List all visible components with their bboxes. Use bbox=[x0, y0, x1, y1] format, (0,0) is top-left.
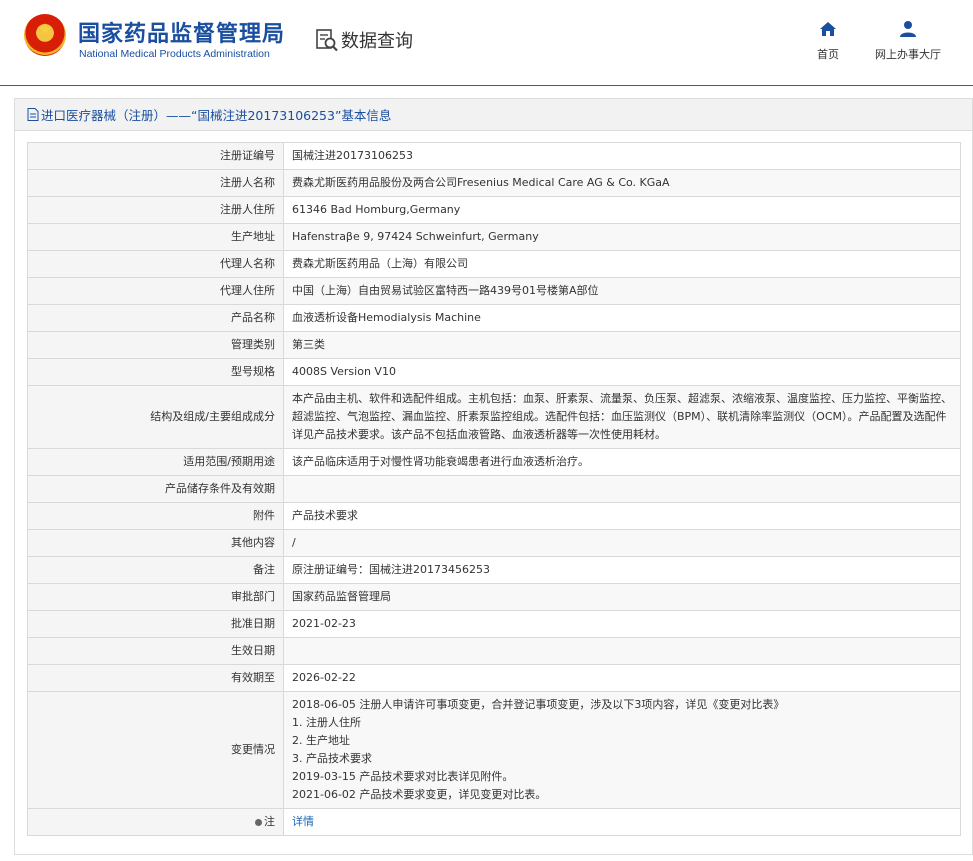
row-key: 备注 bbox=[27, 556, 284, 584]
change-history-value: 2018-06-05 注册人申请许可事项变更，合并登记事项变更，涉及以下3项内容… bbox=[283, 691, 961, 809]
row-value bbox=[283, 637, 961, 665]
row-key: 注册证编号 bbox=[27, 142, 284, 170]
row-key: 产品储存条件及有效期 bbox=[27, 475, 284, 503]
row-key: 有效期至 bbox=[27, 664, 284, 692]
table-row: 生效日期 bbox=[27, 637, 961, 665]
row-value: 第三类 bbox=[283, 331, 961, 359]
row-value: 产品技术要求 bbox=[283, 502, 961, 530]
registration-info-table: 注册证编号 国械注进20173106253 注册人名称 费森尤斯医药用品股份及两合公… bbox=[27, 142, 961, 836]
change-line: 2018-06-05 注册人申请许可事项变更，合并登记事项变更，涉及以下3项内容… bbox=[292, 698, 785, 711]
table-row: 代理人住所 中国（上海）自由贸易试验区富特西一路439号01号楼第A部位 bbox=[27, 277, 961, 305]
row-value: 国家药品监督管理局 bbox=[283, 583, 961, 611]
table-row: 注册人住所 61346 Bad Homburg,Germany bbox=[27, 196, 961, 224]
row-value: 2026-02-22 bbox=[283, 664, 961, 692]
row-value bbox=[283, 475, 961, 503]
note-value: 详情 bbox=[283, 808, 961, 836]
table-row: 其他内容 / bbox=[27, 529, 961, 557]
row-key: 生产地址 bbox=[27, 223, 284, 251]
home-icon bbox=[819, 20, 837, 38]
row-value: Hafenstraβe 9, 97424 Schweinfurt, German… bbox=[283, 223, 961, 251]
row-key: 附件 bbox=[27, 502, 284, 530]
table-row: 审批部门 国家药品监督管理局 bbox=[27, 583, 961, 611]
change-history-row: 变更情况 2018-06-05 注册人申请许可事项变更，合并登记事项变更，涉及以… bbox=[27, 691, 961, 809]
row-value: 血液透析设备Hemodialysis Machine bbox=[283, 304, 961, 332]
data-query-title: 数据查询 bbox=[316, 27, 413, 53]
row-key: 型号规格 bbox=[27, 358, 284, 386]
table-row: 附件 产品技术要求 bbox=[27, 502, 961, 530]
row-key: 注册人名称 bbox=[27, 169, 284, 197]
user-icon bbox=[899, 20, 917, 38]
table-row: 产品储存条件及有效期 bbox=[27, 475, 961, 503]
nav-online-hall-label: 网上办事大厅 bbox=[875, 48, 941, 61]
table-row: 型号规格 4008S Version V10 bbox=[27, 358, 961, 386]
row-key: 注册人住所 bbox=[27, 196, 284, 224]
note-key-label: 注 bbox=[264, 815, 275, 828]
org-name-cn: 国家药品监督管理局 bbox=[78, 22, 286, 47]
table-row: 生产地址 Hafenstraβe 9, 97424 Schweinfurt, Ge… bbox=[27, 223, 961, 251]
row-key: 代理人住所 bbox=[27, 277, 284, 305]
nav-home[interactable]: 首页 bbox=[806, 20, 850, 62]
org-name-en: National Medical Products Administration bbox=[79, 48, 270, 60]
change-line: 1. 注册人住所 bbox=[292, 716, 361, 729]
panel-header: 进口医疗器械（注册）——“国械注进20173106253”基本信息 bbox=[15, 99, 972, 131]
table-row: 结构及组成/主要组成成分 本产品由主机、软件和选配件组成。主机包括：血泵、肝素泵、… bbox=[27, 385, 961, 449]
row-key: 生效日期 bbox=[27, 637, 284, 665]
panel-title: 进口医疗器械（注册）——“国械注进20173106253”基本信息 bbox=[41, 108, 392, 123]
row-key: 管理类别 bbox=[27, 331, 284, 359]
row-key: 代理人名称 bbox=[27, 250, 284, 278]
nav-home-label: 首页 bbox=[817, 48, 839, 61]
row-value: 本产品由主机、软件和选配件组成。主机包括：血泵、肝素泵、流量泵、负压泵、超滤泵、… bbox=[283, 385, 961, 449]
table-row: 管理类别 第三类 bbox=[27, 331, 961, 359]
change-history-key: 变更情况 bbox=[27, 691, 284, 809]
row-key: 批准日期 bbox=[27, 610, 284, 638]
change-line: 2019-03-15 产品技术要求对比表详见附件。 bbox=[292, 770, 514, 783]
detail-panel: 进口医疗器械（注册）——“国械注进20173106253”基本信息 注册证编号国… bbox=[14, 98, 973, 855]
row-value: 费森尤斯医药用品（上海）有限公司 bbox=[283, 250, 961, 278]
change-line: 3. 产品技术要求 bbox=[292, 752, 372, 765]
nav-online-hall[interactable]: 网上办事大厅 bbox=[868, 20, 948, 62]
row-key: 结构及组成/主要组成成分 bbox=[27, 385, 284, 449]
row-value: 国械注进20173106253 bbox=[283, 142, 961, 170]
row-key: 审批部门 bbox=[27, 583, 284, 611]
row-value: 2021-02-23 bbox=[283, 610, 961, 638]
row-value: 61346 Bad Homburg,Germany bbox=[283, 196, 961, 224]
row-value: / bbox=[283, 529, 961, 557]
table-row: 产品名称 血液透析设备Hemodialysis Machine bbox=[27, 304, 961, 332]
row-value: 原注册证编号：国械注进20173456253 bbox=[283, 556, 961, 584]
change-line: 2021-06-02 产品技术要求变更，详见变更对比表。 bbox=[292, 788, 547, 801]
national-emblem-logo bbox=[24, 14, 66, 56]
table-row: 代理人名称 费森尤斯医药用品（上海）有限公司 bbox=[27, 250, 961, 278]
row-value: 该产品临床适用于对慢性肾功能衰竭患者进行血液透析治疗。 bbox=[283, 448, 961, 476]
table-row: 注册人名称 费森尤斯医药用品股份及两合公司Fresenius Medical Ca… bbox=[27, 169, 961, 197]
row-key: 产品名称 bbox=[27, 304, 284, 332]
table-row: 适用范围/预期用途 该产品临床适用于对慢性肾功能衰竭患者进行血液透析治疗。 bbox=[27, 448, 961, 476]
row-value: 中国（上海）自由贸易试验区富特西一路439号01号楼第A部位 bbox=[283, 277, 961, 305]
row-value: 4008S Version V10 bbox=[283, 358, 961, 386]
details-link[interactable]: 详情 bbox=[292, 815, 314, 828]
table-row: 批准日期 2021-02-23 bbox=[27, 610, 961, 638]
change-line: 2. 生产地址 bbox=[292, 734, 350, 747]
pin-icon bbox=[255, 818, 262, 826]
row-key: 适用范围/预期用途 bbox=[27, 448, 284, 476]
table-row: 有效期至 2026-02-22 bbox=[27, 664, 961, 692]
row-value: 费森尤斯医药用品股份及两合公司Fresenius Medical Care AG… bbox=[283, 169, 961, 197]
note-key: 注 bbox=[27, 808, 284, 836]
document-icon bbox=[27, 108, 39, 121]
row-key: 其他内容 bbox=[27, 529, 284, 557]
note-row: 注 详情 bbox=[27, 808, 961, 836]
document-search-icon bbox=[316, 28, 338, 52]
data-query-label: 数据查询 bbox=[341, 31, 413, 52]
table-row: 注册证编号 国械注进20173106253 bbox=[27, 142, 961, 170]
table-row: 备注 原注册证编号：国械注进20173456253 bbox=[27, 556, 961, 584]
site-header: 国家药品监督管理局 National Medical Products Admi… bbox=[0, 0, 973, 86]
